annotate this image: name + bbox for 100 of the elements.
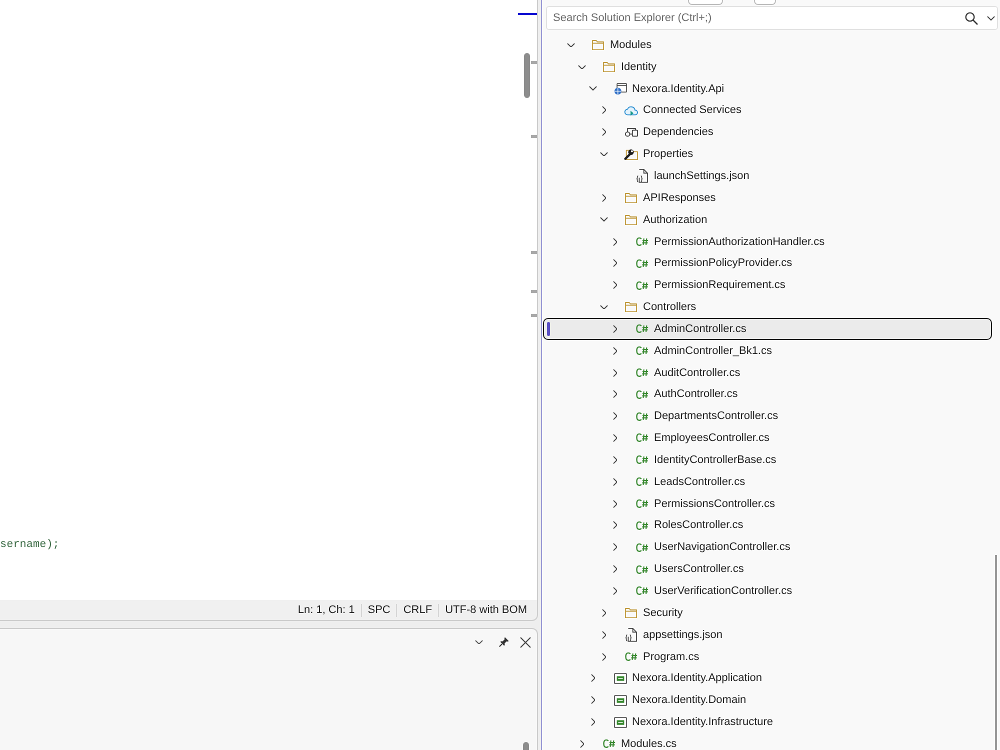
- tree-item[interactable]: Identity: [543, 56, 992, 78]
- chevron-down-icon[interactable]: [600, 152, 608, 156]
- braces-file-icon: [636, 169, 648, 183]
- tree-item[interactable]: IdentityControllerBase.cs: [543, 449, 992, 471]
- csharp-file-icon: [602, 739, 616, 749]
- status-item[interactable]: SPC: [362, 602, 396, 618]
- chevron-right-icon[interactable]: [612, 412, 618, 420]
- chevron-down-icon[interactable]: [567, 42, 575, 48]
- chevron-right-icon[interactable]: [612, 500, 618, 508]
- tree-item[interactable]: DepartmentsController.cs: [543, 405, 992, 428]
- chevron-right-icon[interactable]: [612, 543, 618, 552]
- scrollbar-mark: [531, 314, 537, 317]
- tree-item[interactable]: Nexora.Identity.Infrastructure: [543, 711, 992, 733]
- csharp-file-icon: [636, 346, 648, 356]
- chevron-right-icon[interactable]: [612, 324, 618, 333]
- tree-item[interactable]: UserNavigationController.cs: [543, 536, 992, 558]
- chevron-down-icon[interactable]: [987, 16, 995, 20]
- chevron-down-icon[interactable]: [600, 217, 608, 222]
- scrollbar-mark: [531, 61, 537, 64]
- chevron-right-icon[interactable]: [612, 565, 618, 574]
- tree-item[interactable]: UserVerificationController.cs: [543, 580, 992, 602]
- tree-item[interactable]: launchSettings.json: [543, 165, 992, 187]
- tree-item[interactable]: AdminController.cs: [543, 318, 992, 340]
- linked-nodes-icon: [624, 128, 638, 137]
- tree-item[interactable]: EmployeesController.cs: [543, 427, 992, 450]
- tree-item[interactable]: Connected Services: [543, 100, 992, 122]
- chevron-right-icon[interactable]: [612, 346, 618, 355]
- tree-item[interactable]: PermissionPolicyProvider.cs: [543, 252, 992, 274]
- code-line: sername);: [0, 538, 60, 553]
- tree-item[interactable]: PermissionRequirement.cs: [543, 274, 992, 296]
- tree-item[interactable]: Program.cs: [543, 646, 992, 668]
- tree-item[interactable]: Authorization: [543, 208, 992, 231]
- tree-item[interactable]: APIResponses: [543, 186, 992, 209]
- chevron-right-icon[interactable]: [590, 696, 596, 704]
- search-icon[interactable]: [965, 12, 978, 24]
- chevron-down-icon[interactable]: [600, 304, 608, 310]
- tree-item[interactable]: AuditController.cs: [543, 362, 992, 384]
- csharp-project-icon: [614, 694, 626, 706]
- status-item[interactable]: CRLF: [397, 602, 438, 618]
- status-item[interactable]: UTF-8 with BOM: [439, 602, 533, 618]
- chevron-right-icon[interactable]: [612, 281, 618, 290]
- chevron-right-icon[interactable]: [612, 238, 618, 246]
- close-icon[interactable]: [520, 636, 531, 648]
- tree-item[interactable]: Modules: [543, 34, 992, 56]
- chevron-right-icon[interactable]: [602, 652, 606, 661]
- scrollbar-thumb[interactable]: [524, 53, 530, 98]
- chevron-right-icon[interactable]: [612, 434, 618, 442]
- scrollbar-thumb[interactable]: [523, 742, 529, 750]
- chevron-right-icon[interactable]: [612, 390, 618, 398]
- csharp-file-icon: [624, 652, 638, 662]
- chevron-right-icon[interactable]: [602, 608, 606, 617]
- chevron-right-icon[interactable]: [590, 718, 596, 726]
- tree-item[interactable]: Nexora.Identity.Application: [543, 667, 992, 690]
- tree-item[interactable]: Properties: [543, 143, 992, 166]
- tree-item[interactable]: AuthController.cs: [543, 384, 992, 406]
- chevron-right-icon[interactable]: [612, 521, 618, 530]
- chevron-right-icon[interactable]: [612, 456, 618, 464]
- tree-item[interactable]: UsersController.cs: [543, 558, 992, 580]
- chevron-right-icon[interactable]: [602, 630, 606, 639]
- tree-item[interactable]: Modules.cs: [543, 733, 992, 750]
- tree-item[interactable]: PermissionsController.cs: [543, 492, 992, 515]
- chevron-right-icon[interactable]: [612, 587, 618, 596]
- chevron-down-icon[interactable]: [475, 640, 483, 644]
- chevron-right-icon[interactable]: [612, 368, 618, 377]
- chevron-right-icon[interactable]: [602, 128, 606, 136]
- search-field[interactable]: Search Solution Explorer (Ctrl+;): [546, 6, 998, 30]
- chevron-right-icon[interactable]: [612, 259, 618, 268]
- csharp-file-icon: [636, 586, 648, 596]
- caret-position-marker: [518, 13, 537, 15]
- chevron-down-icon[interactable]: [578, 64, 586, 70]
- tree-item[interactable]: Dependencies: [543, 121, 992, 144]
- tree-item[interactable]: appsettings.json: [543, 624, 992, 646]
- chevron-right-icon[interactable]: [602, 106, 606, 114]
- tree-item[interactable]: Security: [543, 602, 992, 624]
- folder-icon: [603, 62, 615, 72]
- status-item[interactable]: Ln: 1, Ch: 1: [292, 602, 361, 618]
- csharp-file-icon: [636, 280, 648, 290]
- chevron-right-icon[interactable]: [612, 478, 618, 486]
- tree-item[interactable]: Nexora.Identity.Api: [543, 78, 992, 100]
- scrollbar-mark: [531, 135, 537, 138]
- selection-indicator: [547, 322, 550, 336]
- chevron-right-icon[interactable]: [602, 194, 606, 202]
- tree-item[interactable]: LeadsController.cs: [543, 470, 992, 493]
- tree-item[interactable]: PermissionAuthorizationHandler.cs: [543, 230, 992, 252]
- chevron-right-icon[interactable]: [580, 740, 584, 748]
- scrollbar-thumb[interactable]: [995, 555, 997, 750]
- csharp-file-icon: [636, 542, 648, 552]
- csharp-file-icon: [636, 368, 648, 378]
- csharp-file-icon: [636, 477, 648, 486]
- tree-item[interactable]: Nexora.Identity.Domain: [543, 689, 992, 712]
- pin-icon[interactable]: [499, 637, 509, 647]
- chevron-down-icon[interactable]: [589, 86, 597, 91]
- csharp-file-icon: [636, 564, 648, 574]
- chevron-right-icon[interactable]: [590, 674, 596, 682]
- tree-item[interactable]: Controllers: [543, 296, 992, 318]
- tree-item[interactable]: AdminController_Bk1.cs: [543, 340, 992, 362]
- csharp-file-icon: [636, 455, 648, 465]
- tree-item[interactable]: RolesController.cs: [543, 514, 992, 536]
- folder-icon: [592, 40, 604, 50]
- wrench-folder-icon: [624, 148, 638, 160]
